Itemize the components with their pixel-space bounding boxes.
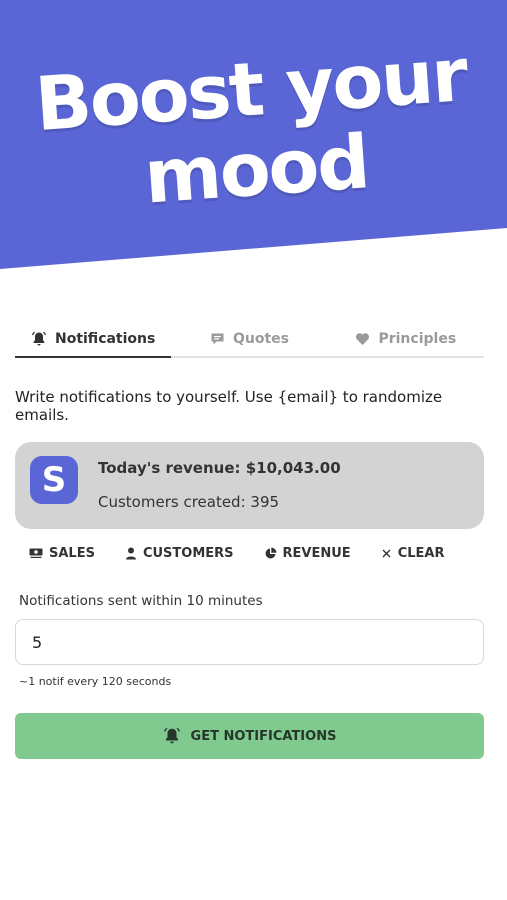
heart-icon xyxy=(356,333,370,345)
preview-title: Today's revenue: $10,043.00 xyxy=(98,459,341,477)
app-icon: S xyxy=(30,456,78,504)
tab-notifications[interactable]: Notifications xyxy=(15,322,172,358)
person-icon xyxy=(125,547,136,559)
bell-icon xyxy=(163,727,180,744)
speech-bubble-icon xyxy=(211,333,224,345)
preview-body: Customers created: 395 xyxy=(98,493,280,511)
tab-quotes[interactable]: Quotes xyxy=(171,322,327,356)
tab-principles-label: Principles xyxy=(378,331,457,347)
tab-principles[interactable]: Principles xyxy=(328,322,484,356)
preset-revenue-button[interactable]: REVENUE xyxy=(264,542,351,564)
preset-bar: SALES CUSTOMERS REVENUE CLEAR xyxy=(29,542,489,564)
get-notifications-button[interactable]: GET NOTIFICATIONS xyxy=(15,713,484,759)
preset-sales-label: SALES xyxy=(49,545,95,561)
preset-revenue-label: REVENUE xyxy=(282,545,351,561)
frequency-input[interactable] xyxy=(15,619,484,665)
intro-text: Write notifications to yourself. Use {em… xyxy=(15,388,443,424)
preset-customers-button[interactable]: CUSTOMERS xyxy=(125,542,234,564)
frequency-helper-text: ~1 notif every 120 seconds xyxy=(19,675,172,688)
tab-notifications-label: Notifications xyxy=(54,331,156,347)
hero-banner: Boost your mood xyxy=(0,0,507,272)
frequency-label: Notifications sent within 10 minutes xyxy=(19,593,263,609)
preset-customers-label: CUSTOMERS xyxy=(142,545,234,561)
preset-clear-label: CLEAR xyxy=(397,545,445,561)
pie-chart-icon xyxy=(265,547,277,558)
tab-bar: Notifications Quotes Principles xyxy=(15,322,484,358)
preset-sales-button[interactable]: SALES xyxy=(29,542,95,564)
get-notifications-label: GET NOTIFICATIONS xyxy=(190,728,337,744)
notification-preview: S Today's revenue: $10,043.00 Customers … xyxy=(15,442,484,529)
close-icon xyxy=(382,549,391,557)
bell-icon xyxy=(31,331,47,346)
preset-clear-button[interactable]: CLEAR xyxy=(381,542,445,564)
tab-quotes-label: Quotes xyxy=(232,331,289,347)
cash-icon xyxy=(29,548,43,558)
